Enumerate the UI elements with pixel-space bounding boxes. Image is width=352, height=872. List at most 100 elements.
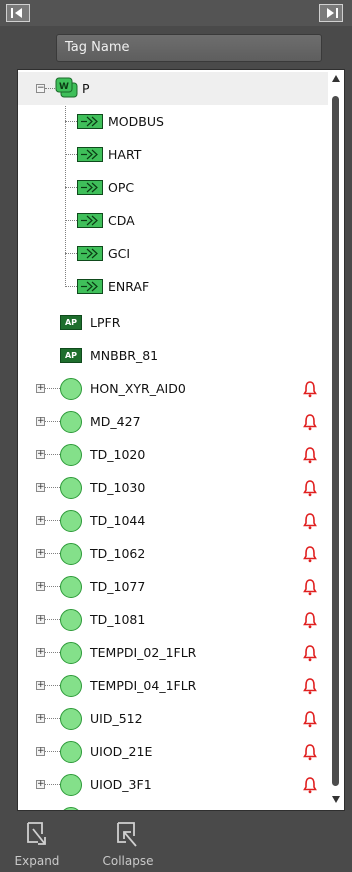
alarm-bell-icon[interactable] [303,776,317,794]
tree-connector [45,619,60,620]
tree-node-channel[interactable]: ENRAF [18,270,328,303]
scrollbar-thumb[interactable] [332,96,339,786]
alarm-bell-icon[interactable] [303,545,317,563]
tree-node-ap[interactable]: AP LPFR [18,306,328,339]
collapse-toggle[interactable]: − [36,84,45,93]
status-circle-icon [60,444,82,466]
tree-node-label: LPFR [90,315,121,330]
tree-node-asset[interactable]: + TD_1081 [18,603,328,636]
tree-node-asset[interactable]: + TD_1077 [18,570,328,603]
status-circle-icon [60,807,82,810]
channel-icon [77,147,103,162]
alarm-bell-icon[interactable] [303,512,317,530]
tree-node-asset[interactable]: + TD_1044 [18,504,328,537]
alarm-bell-icon[interactable] [303,413,317,431]
expand-toggle[interactable]: + [36,417,45,426]
expand-toggle[interactable]: + [36,714,45,723]
channel-icon [77,246,103,261]
tree-node-label: UID_512 [90,711,143,726]
alarm-bell-icon[interactable] [303,578,317,596]
tree-node-root[interactable]: − W P [18,72,328,105]
expand-toggle[interactable]: + [36,615,45,624]
expand-toggle[interactable]: + [36,780,45,789]
tree-connector [45,784,60,785]
tree-node-channel[interactable]: GCI [18,237,328,270]
alarm-bell-icon[interactable] [303,479,317,497]
alarm-bell-icon[interactable] [303,446,317,464]
channel-icon [77,213,103,228]
status-circle-icon [60,576,82,598]
tree-connector [45,652,60,653]
tree-node-label: TD_1044 [90,513,146,528]
tree-connector [45,388,60,389]
alarm-bell-icon[interactable] [303,677,317,695]
tree-node-label: P [82,81,90,96]
expand-toggle[interactable]: + [36,549,45,558]
tree-node-label: TD_1081 [90,612,146,627]
tag-name-filter[interactable]: Tag Name [56,34,322,62]
expand-toggle[interactable]: + [36,648,45,657]
status-circle-icon [60,642,82,664]
tree-connector [45,553,60,554]
tree-connector [45,487,60,488]
tree-node-asset[interactable]: + MD_427 [18,405,328,438]
channel-icon [77,279,103,294]
tree-connector [45,454,60,455]
tree-node-label: UIOD_21E [90,744,153,759]
tree-node-ap[interactable]: AP MNBBR_81 [18,339,328,372]
tree-node-asset[interactable]: + TD_1062 [18,537,328,570]
last-page-icon [327,8,338,18]
tree-connector [65,154,77,155]
expand-toggle[interactable]: + [36,516,45,525]
tree-node-label: ENRAF [108,279,150,294]
expand-button[interactable]: Expand [12,818,62,870]
tree-node-asset[interactable]: + TEMPDI_02_1FLR [18,636,328,669]
status-circle-icon [60,543,82,565]
first-page-button[interactable] [6,4,30,22]
collapse-label: Collapse [102,854,154,868]
tree-connector [65,187,77,188]
tree-node-channel[interactable]: HART [18,138,328,171]
tree-node-asset[interactable]: + UIOD_3F1 [18,768,328,801]
workstation-icon: W [55,77,78,98]
tree-node-label: TD_1020 [90,447,146,462]
tree-node-label: GCI [108,246,131,261]
expand-icon [27,822,46,845]
status-circle-icon [60,477,82,499]
tree-node-channel[interactable]: MODBUS [18,105,328,138]
expand-toggle[interactable]: + [36,384,45,393]
first-page-icon [11,8,22,18]
tree-node-channel[interactable]: CDA [18,204,328,237]
tree-node-label: HON_XYR_AID0 [90,381,186,396]
alarm-bell-icon[interactable] [303,611,317,629]
channel-icon [77,114,103,129]
asset-tree: − W P MODBUS HART OPC CDA GCI ENRAF AP L… [18,70,328,810]
expand-toggle[interactable]: + [36,483,45,492]
expand-toggle[interactable]: + [36,747,45,756]
tree-node-asset[interactable]: + UID_512 [18,702,328,735]
alarm-bell-icon[interactable] [303,644,317,662]
scroll-down-arrow-icon[interactable] [330,794,342,804]
alarm-bell-icon[interactable] [303,380,317,398]
tree-node-asset[interactable]: + HON_XYR_AID0 [18,372,328,405]
vertical-scrollbar[interactable] [328,70,344,810]
tree-connector [65,220,77,221]
scroll-up-arrow-icon[interactable] [330,74,342,84]
alarm-bell-icon[interactable] [303,743,317,761]
tree-node-channel[interactable]: OPC [18,171,328,204]
expand-toggle[interactable]: + [36,450,45,459]
tree-node-asset[interactable]: + TEMPDI_04_1FLR [18,669,328,702]
tree-node-label: TD_1062 [90,546,146,561]
expand-toggle[interactable]: + [36,582,45,591]
collapse-button[interactable]: Collapse [94,818,162,870]
tree-node-asset[interactable]: + TD_1020 [18,438,328,471]
alarm-bell-icon[interactable] [303,710,317,728]
ap-icon: AP [60,348,82,363]
last-page-button[interactable] [319,4,343,22]
tree-node-asset[interactable]: + UIOD_21E [18,735,328,768]
tree-connector [45,586,60,587]
tree-node-asset[interactable]: + TD_1030 [18,471,328,504]
tree-node-label: CDA [108,213,135,228]
expand-toggle[interactable]: + [36,681,45,690]
tree-node-asset[interactable] [18,801,328,810]
